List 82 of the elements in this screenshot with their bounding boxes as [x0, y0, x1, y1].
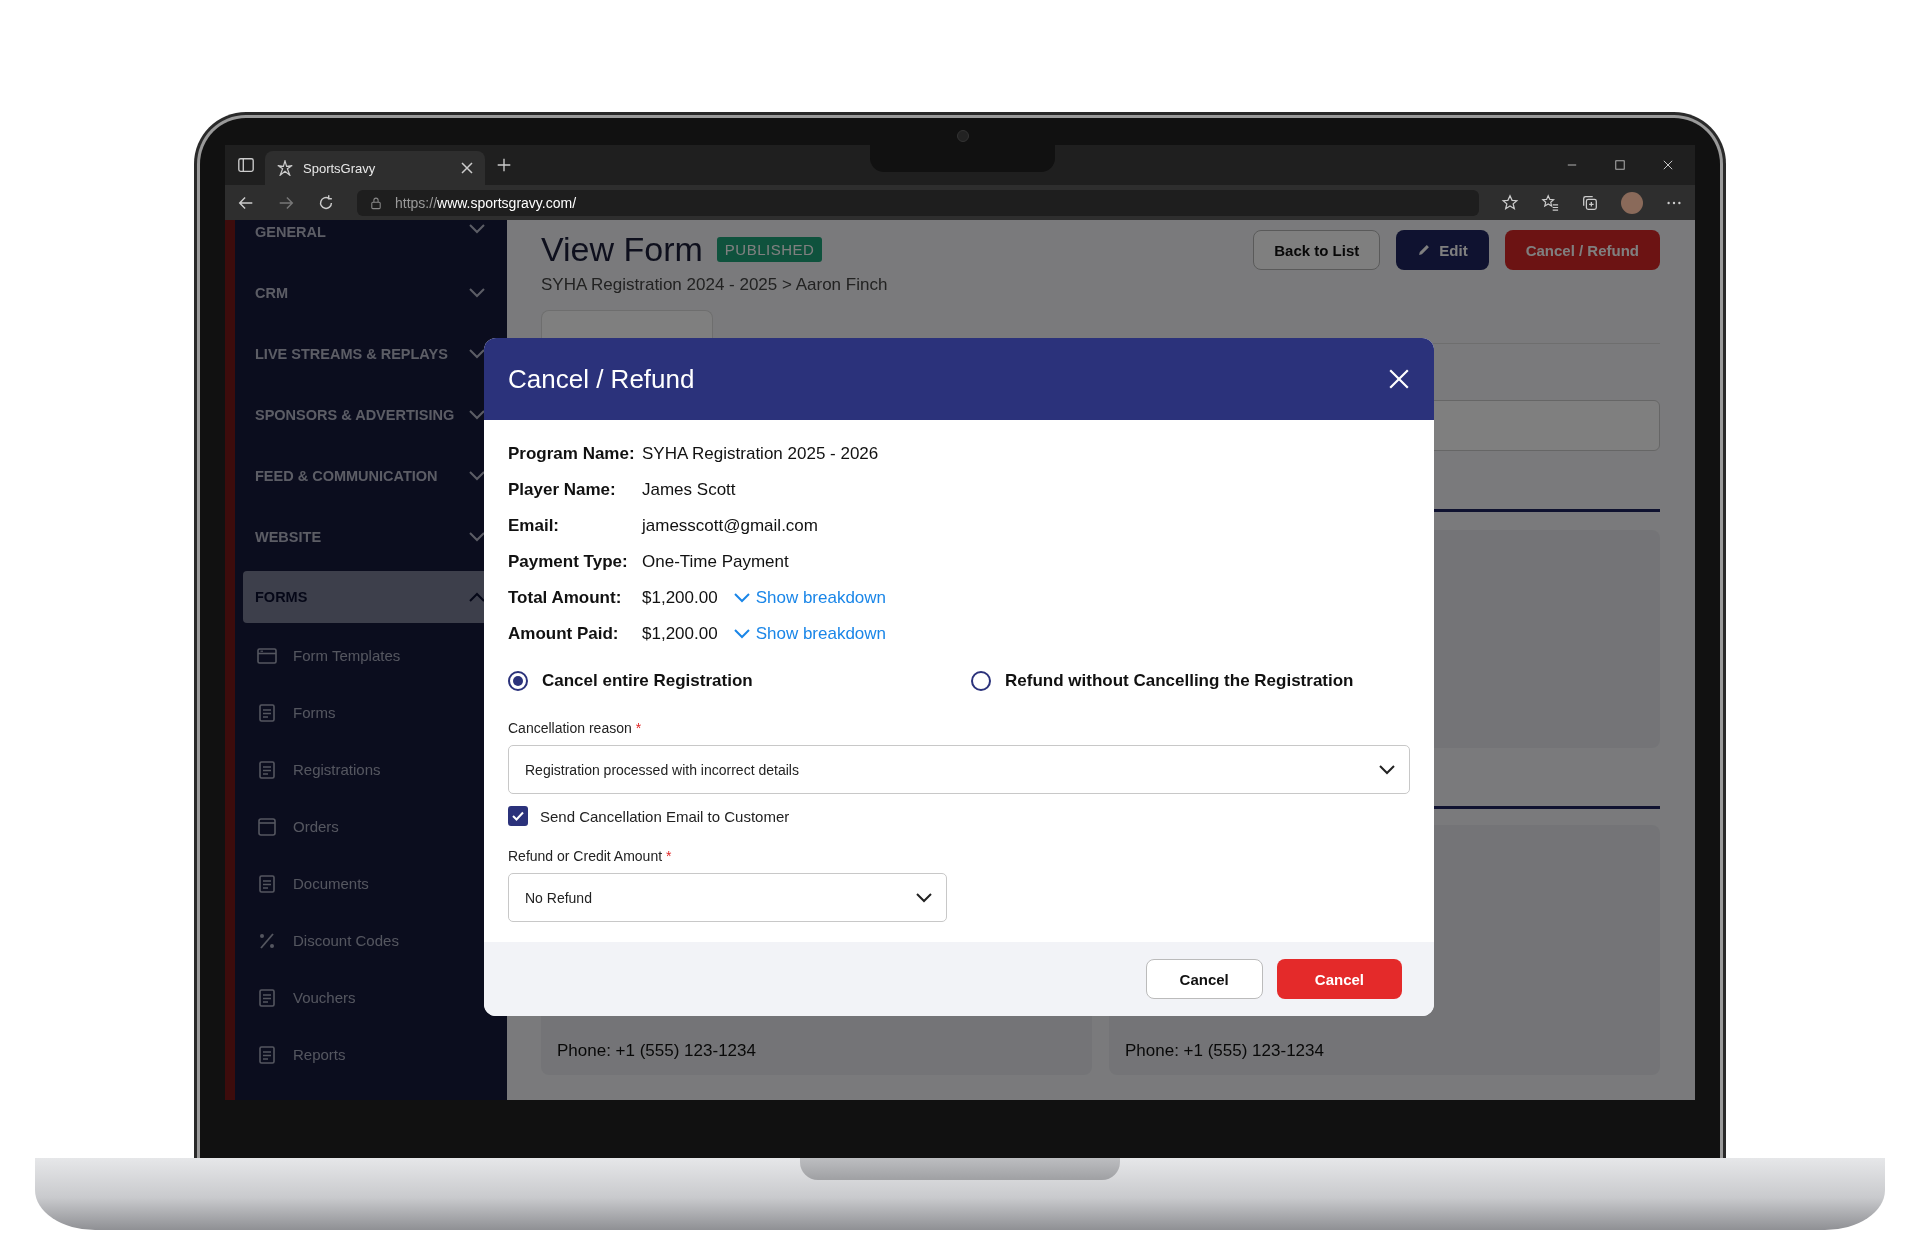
- nav-item[interactable]: Form Templates: [243, 627, 497, 684]
- back-button[interactable]: Back to List: [1253, 230, 1381, 270]
- field-value: jamesscott@gmail.com: [642, 516, 818, 536]
- nav-item[interactable]: Orders: [243, 798, 497, 855]
- refund-dropdown[interactable]: No Refund: [508, 873, 947, 922]
- nav-section[interactable]: WEBSITE: [243, 506, 497, 567]
- field-label: Payment Type:: [508, 552, 629, 572]
- radio-button[interactable]: [508, 671, 528, 691]
- nav-section[interactable]: FEED & COMMUNICATION: [243, 445, 497, 506]
- field-label: Cancellation reason *: [508, 720, 643, 736]
- document-icon: [257, 1044, 277, 1065]
- lock-icon: [369, 195, 383, 210]
- document-icon: [257, 702, 277, 723]
- checkbox[interactable]: [508, 806, 528, 826]
- document-icon: [257, 759, 277, 780]
- field-label: Player Name:: [508, 480, 617, 500]
- field-value: One-Time Payment: [642, 552, 789, 572]
- radio-option[interactable]: Refund without Cancelling the Registration: [971, 671, 1410, 691]
- address-bar[interactable]: https://www.sportsgravy.com/: [357, 189, 1479, 216]
- chevron-down-icon: [469, 409, 485, 420]
- chevron-down-icon: [469, 348, 485, 359]
- field-label: Program Name:: [508, 444, 636, 464]
- refresh-icon[interactable]: [317, 193, 335, 212]
- edit-button[interactable]: Edit: [1396, 230, 1489, 270]
- chevron-down-icon: [733, 629, 750, 639]
- field-value: $1,200.00: [642, 624, 718, 644]
- page-title: View Form: [541, 230, 703, 269]
- cancel-button[interactable]: Cancel: [1145, 959, 1263, 999]
- field-value: SYHA Registration 2025 - 2026: [642, 444, 879, 464]
- radio-button[interactable]: [971, 671, 991, 691]
- favorites-icon[interactable]: [1541, 193, 1559, 212]
- nav-section[interactable]: GENERAL: [243, 220, 497, 262]
- nav-section[interactable]: LIVE STREAMS & REPLAYS: [243, 323, 497, 384]
- status-badge: PUBLISHED: [716, 237, 823, 262]
- collections-icon[interactable]: [1581, 193, 1599, 212]
- browser-tab[interactable]: SportsGravy: [265, 151, 485, 185]
- document-icon: [257, 987, 277, 1008]
- chevron-down-icon: [469, 531, 485, 542]
- phone-text: Phone: +1 (555) 123-1234: [1125, 1041, 1324, 1061]
- maximize-icon[interactable]: [1613, 158, 1627, 172]
- sidebar-toggle-icon[interactable]: [237, 156, 255, 174]
- confirm-cancel-button[interactable]: Cancel: [1276, 959, 1402, 999]
- new-tab-icon[interactable]: [495, 156, 513, 174]
- field-label: Total Amount:: [508, 588, 623, 608]
- dialog-title: Cancel / Refund: [508, 363, 695, 395]
- reason-dropdown[interactable]: Registration processed with incorrect details: [508, 745, 1410, 794]
- email-checkbox-option[interactable]: Send Cancellation Email to Customer: [508, 806, 1410, 826]
- nav-item[interactable]: Forms: [243, 684, 497, 741]
- nav-item[interactable]: Vouchers: [243, 969, 497, 1026]
- cancel-refund-button[interactable]: Cancel / Refund: [1504, 230, 1660, 270]
- chevron-down-icon: [469, 470, 485, 481]
- chevron-down-icon: [1379, 764, 1395, 775]
- window-icon: [257, 645, 277, 666]
- avatar[interactable]: [1621, 191, 1643, 214]
- chevron-up-icon: [469, 592, 485, 602]
- phone-text: Phone: +1 (555) 123-1234: [557, 1041, 756, 1061]
- chevron-down-icon: [733, 593, 750, 603]
- logo-icon: [277, 160, 293, 176]
- pencil-icon: [1417, 243, 1432, 257]
- favorite-add-icon[interactable]: [1501, 193, 1519, 212]
- chevron-down-icon: [469, 224, 485, 234]
- radio-option[interactable]: Cancel entire Registration: [508, 671, 971, 691]
- field-label: Email:: [508, 516, 561, 536]
- chevron-down-icon: [469, 287, 485, 298]
- chevron-down-icon: [916, 892, 932, 903]
- nav-section[interactable]: SPONSORS & ADVERTISING: [243, 384, 497, 445]
- nav-item[interactable]: Documents: [243, 855, 497, 912]
- nav-item[interactable]: Reports: [243, 1026, 497, 1083]
- nav-item[interactable]: Registrations: [243, 741, 497, 798]
- nav-item[interactable]: Discount Codes: [243, 912, 497, 969]
- show-breakdown-link[interactable]: Show breakdown: [733, 588, 887, 608]
- field-label: Refund or Credit Amount *: [508, 848, 673, 864]
- field-value: $1,200.00: [642, 588, 718, 608]
- breadcrumb: SYHA Registration 2024 - 2025 > Aaron Finch: [541, 275, 888, 295]
- close-icon[interactable]: [461, 162, 473, 174]
- show-breakdown-link[interactable]: Show breakdown: [733, 624, 887, 644]
- box-icon: [257, 816, 277, 837]
- nav-section[interactable]: CRM: [243, 262, 497, 323]
- close-icon[interactable]: [1661, 158, 1675, 172]
- field-label: Amount Paid:: [508, 624, 620, 644]
- document-icon: [257, 873, 277, 894]
- field-value: James Scott: [642, 480, 736, 500]
